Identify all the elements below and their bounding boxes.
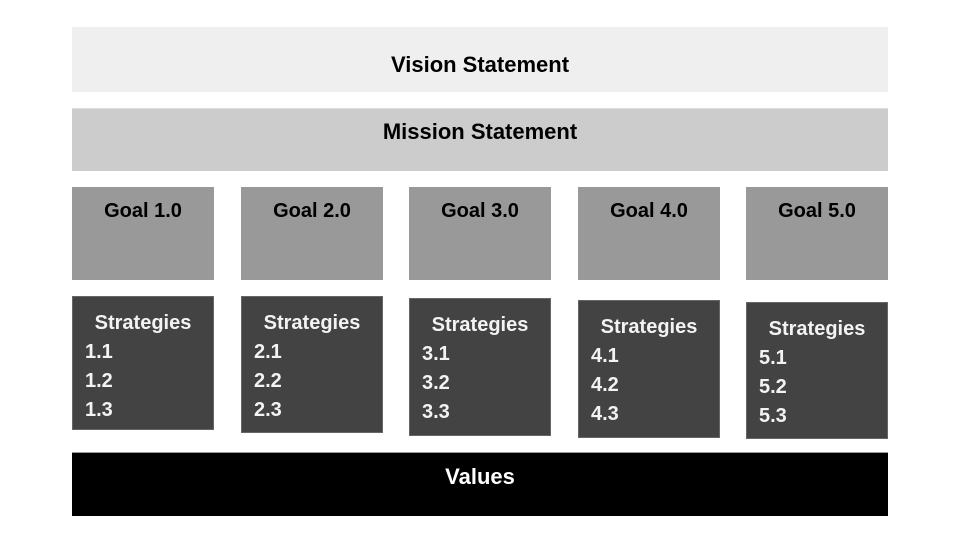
strategies-box: Strategies 4.1 4.2 4.3 <box>578 300 720 438</box>
mission-statement: Mission Statement <box>72 108 888 171</box>
strategy-item: 5.3 <box>759 405 787 427</box>
strategy-item: 4.1 <box>591 345 619 367</box>
strategy-item: 1.2 <box>85 370 113 392</box>
strategies-box: Strategies 5.1 5.2 5.3 <box>746 302 888 439</box>
strategies-box: Strategies 3.1 3.2 3.3 <box>409 298 551 436</box>
strategies-title: Strategies <box>431 314 529 336</box>
strategy-item: 3.2 <box>422 372 450 394</box>
strategies-title: Strategies <box>600 316 698 338</box>
strategies-box: Strategies 2.1 2.2 2.3 <box>241 296 383 433</box>
strategies-box: Strategies 1.1 1.2 1.3 <box>72 296 214 430</box>
strategy-item: 2.3 <box>254 399 282 421</box>
strategies-title: Strategies <box>768 318 866 340</box>
strategy-item: 1.3 <box>85 399 113 421</box>
strategy-item: 3.3 <box>422 401 450 423</box>
strategy-item: 4.2 <box>591 374 619 396</box>
strategy-item: 3.1 <box>422 343 450 365</box>
goal-box: Goal 3.0 <box>409 187 551 280</box>
goal-box: Goal 4.0 <box>578 187 720 280</box>
strategy-item: 2.2 <box>254 370 282 392</box>
values-bar: Values <box>72 452 888 516</box>
strategies-title: Strategies <box>94 312 192 334</box>
strategy-item: 5.1 <box>759 347 787 369</box>
strategy-item: 4.3 <box>591 403 619 425</box>
goal-box: Goal 5.0 <box>746 187 888 280</box>
goal-box: Goal 2.0 <box>241 187 383 280</box>
goal-box: Goal 1.0 <box>72 187 214 280</box>
strategy-item: 5.2 <box>759 376 787 398</box>
strategies-title: Strategies <box>263 312 361 334</box>
strategy-item: 1.1 <box>85 341 113 363</box>
strategy-item: 2.1 <box>254 341 282 363</box>
vision-statement: Vision Statement <box>72 27 888 92</box>
